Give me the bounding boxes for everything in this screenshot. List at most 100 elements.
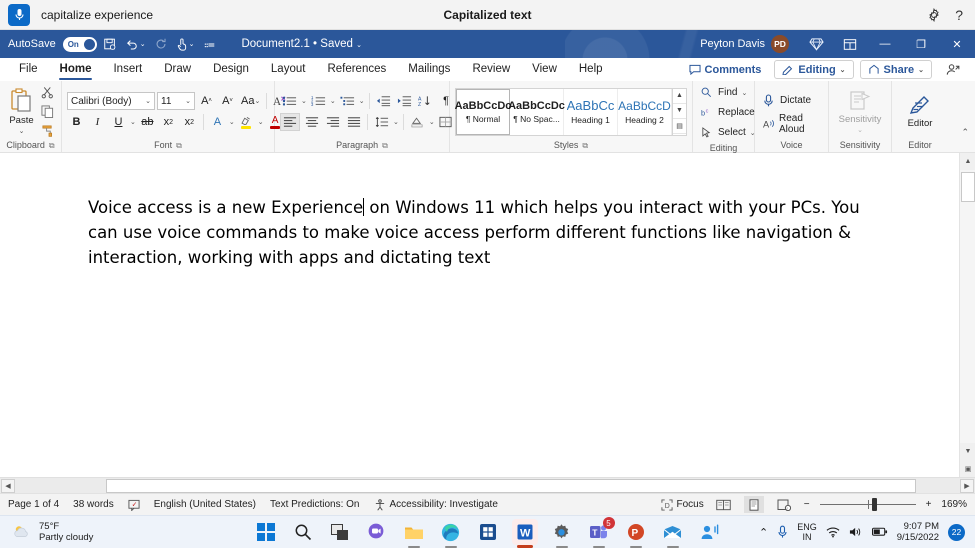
decrease-indent-icon[interactable] bbox=[374, 92, 393, 110]
numbering-chevron-down-icon[interactable]: ⌄ bbox=[330, 97, 336, 105]
horizontal-scrollbar[interactable]: ◀ ▶ bbox=[0, 477, 975, 493]
zoom-in-button[interactable]: + bbox=[926, 499, 932, 510]
shading-chevron-down-icon[interactable]: ⌄ bbox=[429, 118, 435, 126]
split-window-icon[interactable]: ▣ bbox=[960, 460, 975, 477]
line-spacing-icon[interactable] bbox=[372, 113, 391, 131]
language-indicator[interactable]: ENG IN bbox=[797, 522, 817, 542]
tab-review[interactable]: Review bbox=[461, 58, 521, 81]
shading-icon[interactable] bbox=[408, 113, 427, 131]
voice-access-button[interactable] bbox=[697, 519, 723, 545]
select-button[interactable]: Select ⌄ bbox=[698, 123, 759, 142]
bullets-chevron-down-icon[interactable]: ⌄ bbox=[301, 97, 307, 105]
highlight-chevron-down-icon[interactable]: ⌄ bbox=[258, 118, 264, 126]
touch-mode-icon[interactable]: ⌄ bbox=[174, 33, 197, 55]
minimize-button[interactable]: — bbox=[867, 30, 903, 58]
word-button[interactable]: W bbox=[511, 519, 538, 548]
focus-button[interactable]: D Focus bbox=[660, 498, 704, 511]
chevron-down-icon[interactable]: ⌄ bbox=[741, 89, 747, 97]
shrink-font-icon[interactable]: A ˅ bbox=[218, 92, 237, 110]
teams-button[interactable]: T 5 bbox=[586, 517, 615, 548]
catch-up-icon[interactable] bbox=[938, 60, 967, 79]
paste-button[interactable]: Paste ⌄ bbox=[5, 86, 38, 137]
scissors-icon[interactable] bbox=[38, 84, 56, 101]
line-spacing-chevron-down-icon[interactable]: ⌄ bbox=[393, 118, 399, 126]
editor-button[interactable]: Editor bbox=[897, 92, 943, 131]
paragraph-dialog-launcher[interactable]: ⧉ bbox=[382, 139, 388, 152]
dictate-button[interactable]: Dictate bbox=[760, 91, 814, 110]
styles-dialog-launcher[interactable]: ⧉ bbox=[582, 139, 588, 152]
vertical-scrollbar[interactable]: ▲ ▼ ▣ bbox=[959, 153, 975, 477]
increase-indent-icon[interactable] bbox=[395, 92, 414, 110]
find-button[interactable]: Find ⌄ bbox=[698, 83, 750, 102]
microphone-icon[interactable] bbox=[777, 525, 788, 539]
scroll-left-icon[interactable]: ◀ bbox=[1, 478, 15, 493]
italic-button[interactable]: I bbox=[88, 113, 107, 131]
read-aloud-button[interactable]: A Read Aloud bbox=[760, 113, 823, 135]
font-name-combobox[interactable]: Calibri (Body) ⌄ bbox=[67, 92, 155, 110]
highlight-color-icon[interactable] bbox=[237, 113, 256, 131]
gear-icon[interactable] bbox=[927, 7, 941, 22]
font-dialog-launcher[interactable]: ⧉ bbox=[176, 139, 182, 152]
read-mode-icon[interactable] bbox=[714, 496, 734, 513]
grow-font-icon[interactable]: A ˄ bbox=[197, 92, 216, 110]
language-indicator[interactable]: English (United States) bbox=[154, 499, 256, 510]
close-button[interactable]: ✕ bbox=[939, 30, 975, 58]
style-heading-2[interactable]: AaBbCcD Heading 2 bbox=[618, 88, 672, 135]
align-left-icon[interactable] bbox=[280, 113, 300, 131]
justify-icon[interactable] bbox=[344, 113, 363, 131]
page-indicator[interactable]: Page 1 of 4 bbox=[8, 499, 59, 510]
horizontal-scroll-thumb[interactable] bbox=[106, 478, 916, 493]
task-view-button[interactable] bbox=[327, 519, 353, 545]
scroll-down-icon[interactable]: ▼ bbox=[673, 104, 686, 120]
text-effects-chevron-down-icon[interactable]: ⌄ bbox=[229, 118, 235, 126]
proofing-errors-icon[interactable]: ✓ bbox=[128, 499, 140, 511]
comments-button[interactable]: Comments bbox=[681, 60, 769, 79]
tab-draw[interactable]: Draw bbox=[153, 58, 202, 81]
subscript-icon[interactable]: x2 bbox=[159, 113, 178, 131]
scroll-up-icon[interactable]: ▲ bbox=[673, 89, 686, 104]
accessibility-indicator[interactable]: Accessibility: Investigate bbox=[374, 498, 498, 511]
replace-button[interactable]: bc Replace bbox=[698, 103, 758, 122]
help-icon[interactable]: ? bbox=[955, 8, 963, 22]
chevron-up-icon[interactable]: ⌃ bbox=[759, 526, 768, 539]
editing-button[interactable]: Editing ⌄ bbox=[774, 60, 854, 79]
tab-design[interactable]: Design bbox=[202, 58, 260, 81]
ribbon-display-options-icon[interactable] bbox=[833, 30, 867, 58]
print-layout-icon[interactable] bbox=[743, 496, 764, 513]
tab-help[interactable]: Help bbox=[568, 58, 614, 81]
bullets-icon[interactable] bbox=[280, 92, 299, 110]
settings-button[interactable] bbox=[549, 519, 575, 548]
underline-button[interactable]: U bbox=[109, 113, 128, 131]
microphone-icon[interactable] bbox=[8, 3, 30, 26]
format-painter-icon[interactable] bbox=[38, 122, 56, 139]
undo-icon[interactable]: ⌄ bbox=[123, 33, 148, 55]
style-no-spacing[interactable]: AaBbCcDc ¶ No Spac... bbox=[508, 88, 565, 135]
scroll-down-icon[interactable]: ▼ bbox=[960, 443, 975, 460]
text-predictions-indicator[interactable]: Text Predictions: On bbox=[270, 499, 359, 510]
zoom-slider[interactable] bbox=[819, 498, 916, 512]
clipboard-dialog-launcher[interactable]: ⧉ bbox=[49, 139, 55, 152]
align-right-icon[interactable] bbox=[323, 113, 342, 131]
font-size-combobox[interactable]: 11 ⌄ bbox=[157, 92, 195, 110]
document-text[interactable]: Voice access is a new Experience on Wind… bbox=[88, 195, 888, 270]
underline-options-chevron-down-icon[interactable]: ⌄ bbox=[130, 118, 136, 126]
store-button[interactable] bbox=[475, 519, 501, 545]
style-heading-1[interactable]: AaBbCc Heading 1 bbox=[564, 88, 618, 135]
battery-icon[interactable] bbox=[871, 527, 888, 537]
notification-badge[interactable]: 22 bbox=[948, 523, 965, 541]
zoom-out-button[interactable]: − bbox=[804, 499, 810, 510]
superscript-icon[interactable]: x2 bbox=[180, 113, 199, 131]
file-explorer-button[interactable] bbox=[401, 519, 427, 548]
align-center-icon[interactable] bbox=[302, 113, 321, 131]
start-button[interactable] bbox=[253, 519, 279, 545]
autosave-toggle[interactable]: On bbox=[62, 36, 97, 52]
multilevel-chevron-down-icon[interactable]: ⌄ bbox=[359, 97, 365, 105]
customize-qat-icon[interactable]: ⩴ bbox=[199, 33, 219, 55]
tab-file[interactable]: File bbox=[8, 58, 49, 81]
search-button[interactable] bbox=[290, 519, 316, 545]
user-account[interactable]: Peyton Davis PD bbox=[700, 35, 789, 53]
sort-icon[interactable]: AZ bbox=[416, 92, 435, 110]
copy-icon[interactable] bbox=[38, 103, 56, 120]
tab-mailings[interactable]: Mailings bbox=[397, 58, 461, 81]
clock[interactable]: 9:07 PM 9/15/2022 bbox=[897, 521, 939, 543]
